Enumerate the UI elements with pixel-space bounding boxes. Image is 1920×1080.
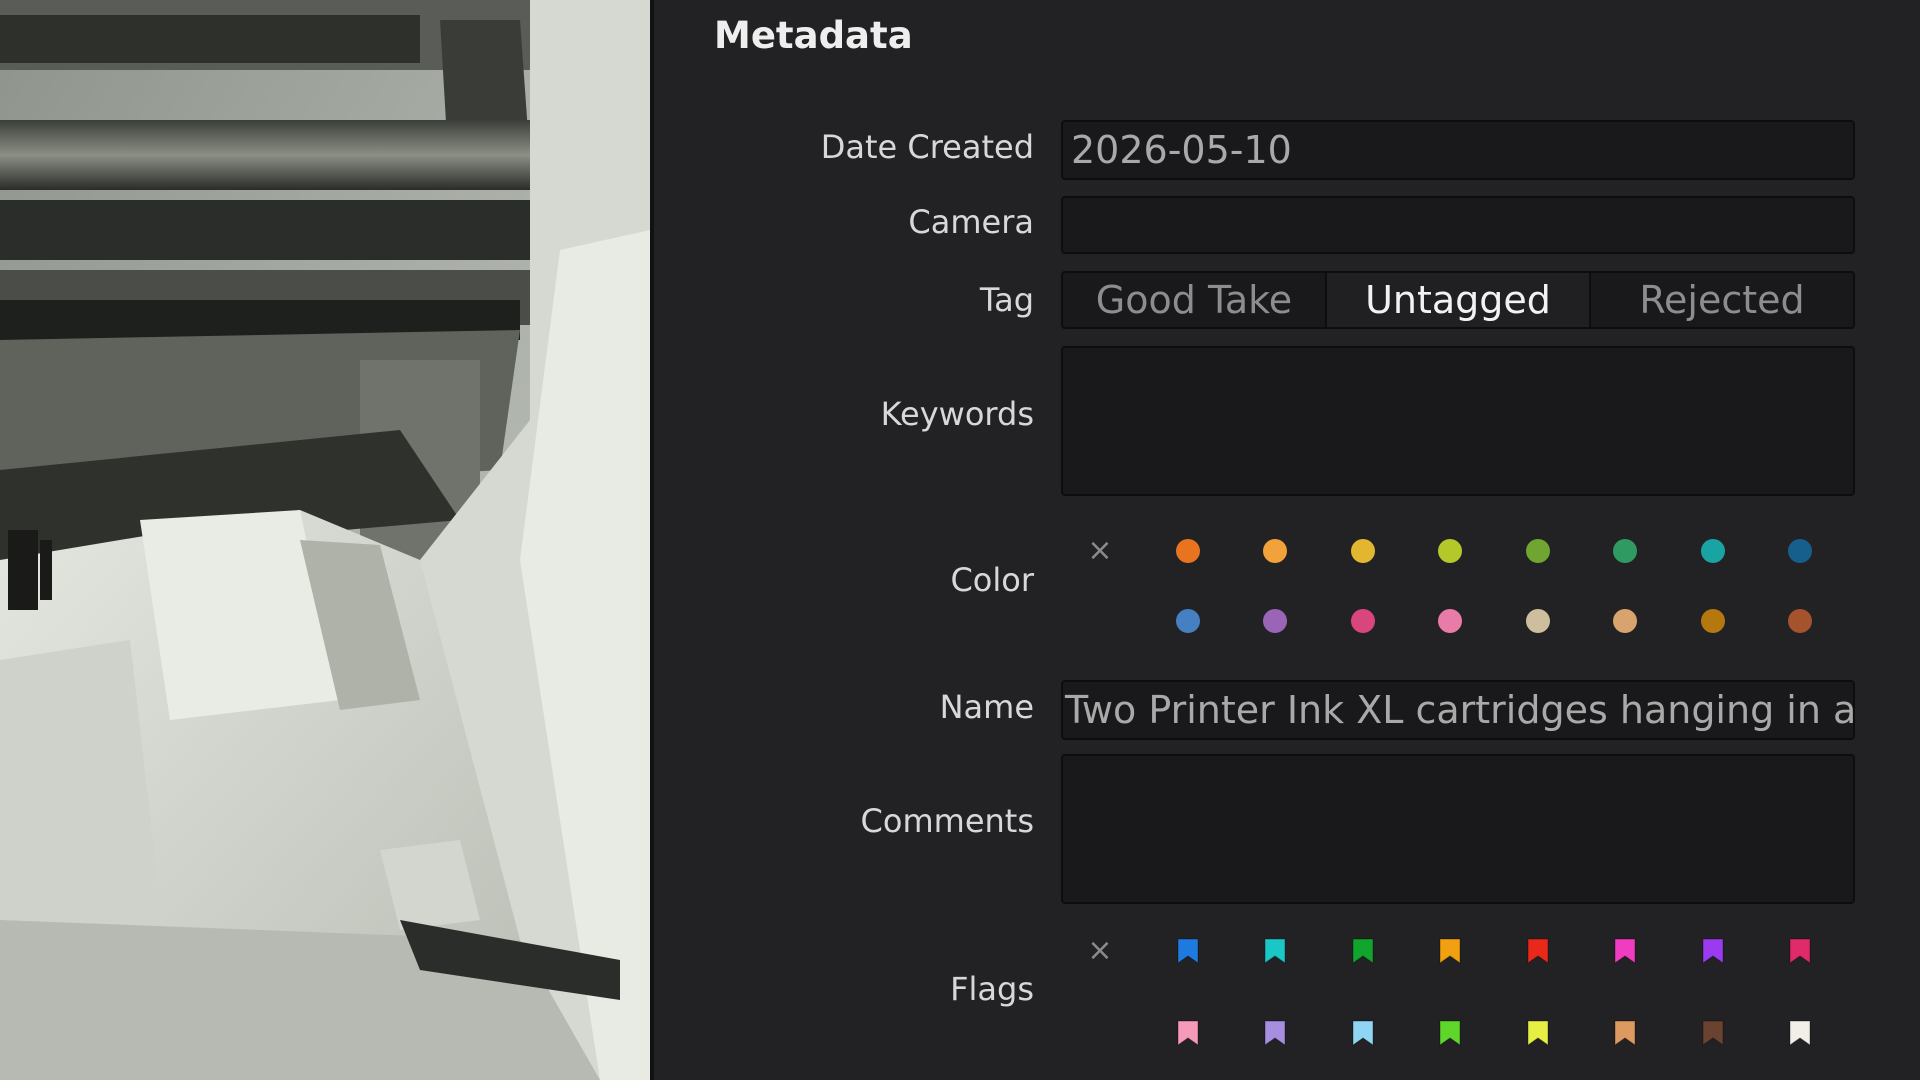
flag-swatch-10[interactable] [1255,1013,1295,1053]
comments-label: Comments [860,802,1034,840]
color-dot-icon [1700,539,1725,563]
name-label: Name [939,688,1034,726]
color-swatch-5[interactable] [1518,531,1558,571]
flag-icon [1789,1020,1811,1046]
flag-swatch-grid: × [1080,931,1850,1071]
flag-icon [1177,1020,1198,1046]
date-created-field[interactable]: 2026-05-10 [1061,120,1855,180]
color-swatch-3[interactable] [1343,531,1383,571]
color-swatch-10[interactable] [1255,601,1295,641]
tag-untagged[interactable]: Untagged [1327,273,1591,327]
color-swatch-6[interactable] [1605,531,1645,571]
flag-icon [1527,1020,1548,1046]
tag-segmented-control: Good Take Untagged Rejected [1061,271,1855,329]
color-dot-icon [1613,609,1637,633]
keywords-label: Keywords [880,395,1034,433]
clear-flag-x-icon[interactable]: × [1080,931,1120,971]
color-label: Color [950,561,1034,599]
flag-icon [1177,938,1198,964]
camera-field[interactable] [1061,196,1855,254]
color-swatch-12[interactable] [1430,601,1470,641]
color-dot-icon [1263,609,1287,633]
flag-swatch-8[interactable] [1780,931,1820,971]
color-dot-icon [1438,609,1462,633]
tag-label: Tag [979,281,1034,319]
tag-rejected[interactable]: Rejected [1591,273,1853,327]
color-swatch-11[interactable] [1343,601,1383,641]
color-swatch-14[interactable] [1605,601,1645,641]
clear-color-x-icon[interactable]: × [1080,531,1120,571]
color-dot-icon [1350,609,1375,633]
color-dot-icon [1263,539,1287,563]
color-dot-icon [1525,609,1550,633]
color-swatch-16[interactable] [1780,601,1820,641]
flag-icon [1352,938,1373,964]
flag-icon [1614,938,1636,964]
flag-swatch-16[interactable] [1780,1013,1820,1053]
flag-icon [1439,1020,1461,1046]
flag-swatch-13[interactable] [1518,1013,1558,1053]
flag-icon [1439,938,1461,964]
x-icon: × [1087,933,1113,968]
flag-icon [1702,1020,1723,1046]
color-swatch-13[interactable] [1518,601,1558,641]
color-swatch-2[interactable] [1255,531,1295,571]
color-dot-icon [1613,539,1637,563]
flag-swatch-2[interactable] [1255,931,1295,971]
date-created-label: Date Created [820,128,1034,166]
color-dot-icon [1175,539,1200,563]
color-swatch-7[interactable] [1693,531,1733,571]
flag-swatch-5[interactable] [1518,931,1558,971]
color-swatch-15[interactable] [1693,601,1733,641]
flag-swatch-12[interactable] [1430,1013,1470,1053]
flag-icon [1352,1020,1373,1046]
flags-label: Flags [950,970,1034,1008]
color-dot-icon [1175,609,1200,633]
x-icon: × [1087,533,1113,568]
camera-label: Camera [908,203,1034,241]
color-dot-icon [1438,539,1462,563]
color-swatch-grid: × [1080,531,1850,651]
flag-swatch-15[interactable] [1693,1013,1733,1053]
flag-icon [1527,938,1548,964]
color-dot-icon [1700,609,1725,633]
flag-icon [1264,938,1286,964]
flag-swatch-9[interactable] [1168,1013,1208,1053]
color-dot-icon [1350,539,1375,563]
tag-good-take[interactable]: Good Take [1063,273,1327,327]
flag-swatch-3[interactable] [1343,931,1383,971]
color-dot-icon [1525,539,1550,563]
color-swatch-1[interactable] [1168,531,1208,571]
color-swatch-8[interactable] [1780,531,1820,571]
comments-field[interactable] [1061,754,1855,904]
flag-icon [1789,938,1811,964]
flag-icon [1264,1020,1286,1046]
flag-swatch-7[interactable] [1693,931,1733,971]
flag-swatch-1[interactable] [1168,931,1208,971]
flag-icon [1702,938,1723,964]
flag-icon [1614,1020,1636,1046]
flag-swatch-14[interactable] [1605,1013,1645,1053]
color-dot-icon [1788,539,1812,563]
metadata-panel: Metadata Date Created 2026-05-10 Camera … [654,0,1920,1080]
flag-swatch-6[interactable] [1605,931,1645,971]
color-swatch-4[interactable] [1430,531,1470,571]
flag-swatch-4[interactable] [1430,931,1470,971]
color-dot-icon [1788,609,1812,633]
color-swatch-9[interactable] [1168,601,1208,641]
flag-swatch-11[interactable] [1343,1013,1383,1053]
panel-title: Metadata [714,14,913,57]
name-field[interactable]: Two Printer Ink XL cartridges hanging in… [1061,680,1855,740]
clip-preview-image [0,0,650,1080]
app-window: Metadata Date Created 2026-05-10 Camera … [0,0,1920,1080]
keywords-field[interactable] [1061,346,1855,496]
